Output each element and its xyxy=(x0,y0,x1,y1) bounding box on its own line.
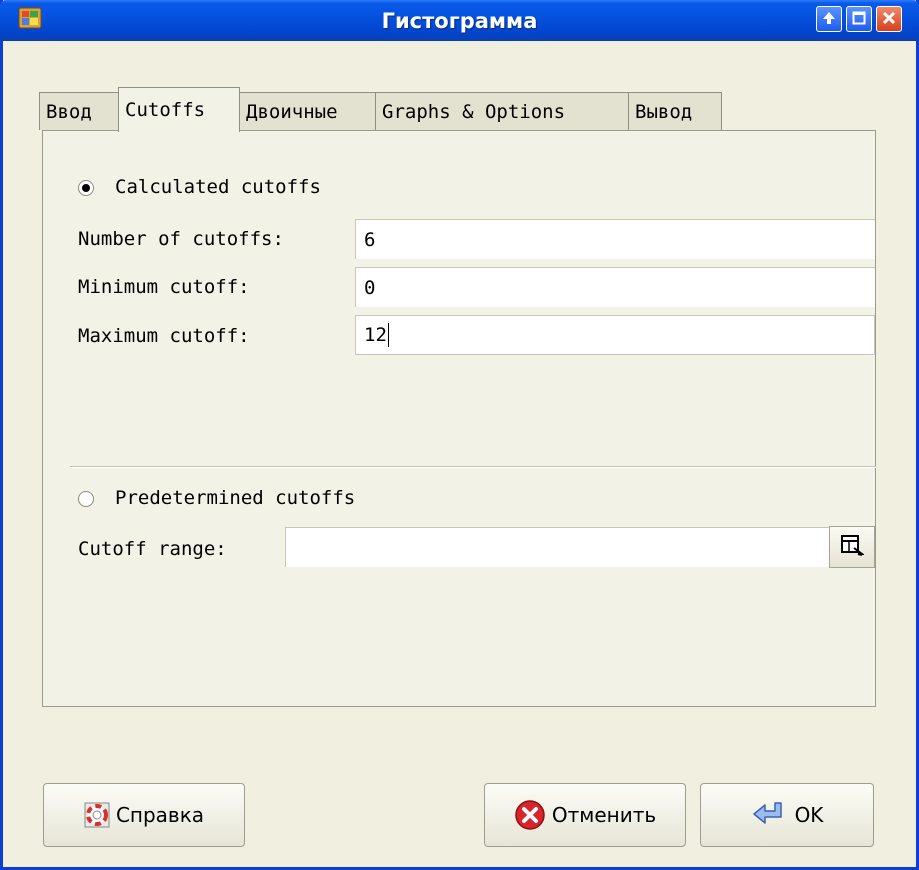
select-range-button[interactable] xyxy=(829,526,875,568)
predetermined-cutoffs-radio[interactable] xyxy=(78,491,94,507)
section-separator xyxy=(70,466,876,468)
maximum-cutoff-label: Maximum cutoff: xyxy=(78,325,250,347)
minimum-cutoff-input[interactable]: 0 xyxy=(355,267,875,307)
close-button[interactable] xyxy=(876,6,902,32)
calculated-cutoffs-radio[interactable] xyxy=(78,180,94,196)
window-title: Гистограмма xyxy=(381,9,538,33)
text-caret xyxy=(387,323,389,347)
maximize-icon xyxy=(852,10,866,29)
tab-binary[interactable]: Двоичные xyxy=(239,92,376,130)
cutoff-range-input[interactable] xyxy=(285,527,829,567)
number-of-cutoffs-label: Number of cutoffs: xyxy=(78,228,284,250)
roll-up-button[interactable] xyxy=(816,6,842,32)
tab-cutoffs[interactable]: Cutoffs xyxy=(118,87,240,132)
arrow-up-icon xyxy=(822,10,836,29)
tab-graphs-options[interactable]: Graphs & Options xyxy=(375,92,629,130)
minimum-cutoff-value: 0 xyxy=(364,276,376,299)
tab-output[interactable]: Вывод xyxy=(628,92,722,130)
help-button[interactable]: Справка xyxy=(43,783,245,847)
tab-input[interactable]: Ввод xyxy=(39,92,119,130)
ok-button[interactable]: OK xyxy=(700,783,874,847)
range-select-icon xyxy=(840,534,865,560)
ok-button-label: OK xyxy=(794,803,824,827)
help-button-label: Справка xyxy=(115,803,205,827)
enter-arrow-icon xyxy=(751,800,789,830)
cancel-x-icon xyxy=(514,799,546,831)
maximum-cutoff-value: 12 xyxy=(364,324,387,346)
calculated-cutoffs-label[interactable]: Calculated cutoffs xyxy=(115,176,321,198)
maximize-button[interactable] xyxy=(846,6,872,32)
cancel-button-label: Отменить xyxy=(551,803,657,827)
number-of-cutoffs-input[interactable]: 6 xyxy=(355,219,875,259)
dialog-window: Гистограмма Ввод Cutoffs Двоичные Graphs… xyxy=(0,0,919,870)
cutoffs-panel xyxy=(42,130,876,707)
predetermined-cutoffs-label[interactable]: Predetermined cutoffs xyxy=(115,487,355,509)
number-of-cutoffs-value: 6 xyxy=(364,228,376,251)
cutoff-range-label: Cutoff range: xyxy=(78,538,227,560)
minimum-cutoff-label: Minimum cutoff: xyxy=(78,276,250,298)
maximum-cutoff-input[interactable]: 12 xyxy=(355,315,875,355)
cancel-button[interactable]: Отменить xyxy=(484,783,686,847)
radio-selected-dot xyxy=(82,184,90,192)
help-lifebuoy-icon xyxy=(84,802,110,828)
title-bar[interactable]: Гистограмма xyxy=(0,0,919,41)
close-icon xyxy=(882,10,896,29)
